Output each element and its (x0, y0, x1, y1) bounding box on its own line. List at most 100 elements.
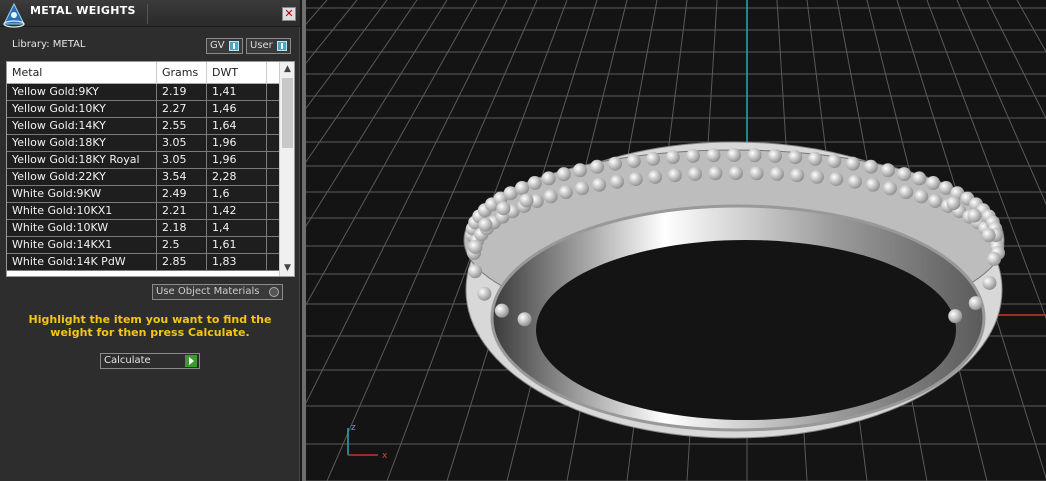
scroll-thumb[interactable] (282, 78, 293, 148)
axis-x-label: x (382, 451, 388, 461)
bead (790, 168, 805, 183)
table-row[interactable]: Yellow Gold:18KY 3.05 1,96 (7, 135, 279, 152)
calculate-button[interactable]: Calculate (100, 353, 200, 369)
app-window: METAL WEIGHTS ✕ Library: METAL GV User M… (0, 0, 1046, 481)
dwt-cell: 1,83 (207, 254, 267, 270)
grams-cell: 3.05 (157, 135, 207, 151)
metal-weights-panel: METAL WEIGHTS ✕ Library: METAL GV User M… (0, 0, 300, 481)
dwt-cell: 1,42 (207, 203, 267, 219)
play-arrow-icon[interactable] (185, 355, 197, 367)
3d-viewport[interactable]: z x (302, 0, 1046, 481)
table-row[interactable]: Yellow Gold:9KY 2.19 1,41 (7, 84, 279, 101)
table-header: Metal Grams DWT (7, 62, 279, 84)
column-header-grams[interactable]: Grams (157, 62, 207, 84)
bead (967, 208, 982, 223)
bead (727, 148, 741, 162)
bead (807, 151, 822, 166)
dwt-cell: 1,41 (207, 84, 267, 100)
metal-cell: Yellow Gold:22KY (7, 169, 157, 185)
dwt-cell: 1,61 (207, 237, 267, 253)
close-button[interactable]: ✕ (282, 7, 296, 21)
metal-cell: Yellow Gold:18KY Royal (7, 152, 157, 168)
column-header-dwt[interactable]: DWT (207, 62, 267, 84)
use-object-materials-label: Use Object Materials (156, 286, 260, 297)
bead (688, 166, 703, 181)
grams-cell: 2.5 (157, 237, 207, 253)
table-row[interactable]: White Gold:10KW 2.18 1,4 (7, 220, 279, 237)
bead (809, 169, 824, 184)
bead (829, 172, 844, 187)
grams-cell: 2.19 (157, 84, 207, 100)
table-scrollbar[interactable]: ▲ ▼ (279, 62, 294, 276)
bead (729, 166, 743, 180)
bead (912, 171, 927, 186)
use-object-materials-toggle[interactable]: Use Object Materials (152, 284, 283, 300)
table-row[interactable]: White Gold:9KW 2.49 1,6 (7, 186, 279, 203)
grams-cell: 2.85 (157, 254, 207, 270)
scroll-up-arrow-icon[interactable]: ▲ (280, 62, 294, 77)
bead (899, 185, 914, 200)
axis-z-label: z (351, 423, 356, 433)
panel-titlebar: METAL WEIGHTS ✕ (0, 0, 300, 28)
gv-toggle[interactable]: GV (206, 38, 243, 54)
metal-cell: White Gold:14KX1 (7, 237, 157, 253)
bead (845, 156, 860, 171)
table-body: Yellow Gold:9KY 2.19 1,41 Yellow Gold:10KY 2… (7, 84, 279, 271)
table-row[interactable]: Yellow Gold:18KY Royal 3.05 1,96 (7, 152, 279, 169)
table-row[interactable]: Yellow Gold:22KY 3.54 2,28 (7, 169, 279, 186)
bead (827, 154, 842, 169)
bead (968, 296, 983, 311)
table-row[interactable]: White Gold:14K PdW 2.85 1,83 (7, 254, 279, 271)
bead (926, 176, 941, 191)
gv-toggle-switch-icon[interactable] (229, 41, 239, 51)
dwt-cell: 2,28 (207, 169, 267, 185)
column-header-metal[interactable]: Metal (7, 62, 157, 84)
bead (982, 275, 997, 290)
bead (865, 177, 880, 192)
user-toggle[interactable]: User (246, 38, 291, 54)
bead (948, 309, 963, 324)
table-row[interactable]: White Gold:10KX1 2.21 1,42 (7, 203, 279, 220)
bead (468, 239, 483, 254)
bead (477, 286, 492, 301)
scroll-down-arrow-icon[interactable]: ▼ (280, 261, 294, 276)
bead (946, 196, 961, 211)
viewport-canvas[interactable] (306, 0, 1046, 481)
metal-cell: White Gold:9KW (7, 186, 157, 202)
dwt-cell: 1,96 (207, 152, 267, 168)
bead (986, 252, 1001, 267)
bead (527, 176, 542, 191)
bead (914, 189, 929, 204)
bead (515, 180, 530, 195)
bead (981, 228, 996, 243)
bead (517, 312, 532, 327)
bead (706, 148, 721, 163)
grid-line (306, 0, 418, 163)
titlebar-divider (147, 4, 148, 24)
bead (882, 181, 897, 196)
bead (708, 166, 723, 181)
ring-hole (536, 240, 956, 420)
bead (592, 177, 607, 192)
dwt-cell: 1,96 (207, 135, 267, 151)
grams-cell: 3.54 (157, 169, 207, 185)
panel-title: METAL WEIGHTS (30, 4, 136, 17)
grams-cell: 2.55 (157, 118, 207, 134)
bead (608, 156, 623, 171)
radio-icon[interactable] (269, 287, 279, 297)
user-toggle-label: User (250, 40, 273, 51)
table-row[interactable]: Yellow Gold:10KY 2.27 1,46 (7, 101, 279, 118)
user-toggle-switch-icon[interactable] (277, 41, 287, 51)
grid-line (306, 0, 358, 64)
bead (648, 169, 663, 184)
bead (541, 171, 556, 186)
metal-cell: White Gold:14K PdW (7, 254, 157, 270)
bead (646, 151, 661, 166)
grid-line (306, 0, 448, 228)
bead (543, 189, 558, 204)
table-row[interactable]: White Gold:14KX1 2.5 1,61 (7, 237, 279, 254)
bead (496, 201, 511, 216)
calculate-label: Calculate (104, 355, 151, 366)
bead (928, 194, 943, 209)
table-row[interactable]: Yellow Gold:14KY 2.55 1,64 (7, 118, 279, 135)
